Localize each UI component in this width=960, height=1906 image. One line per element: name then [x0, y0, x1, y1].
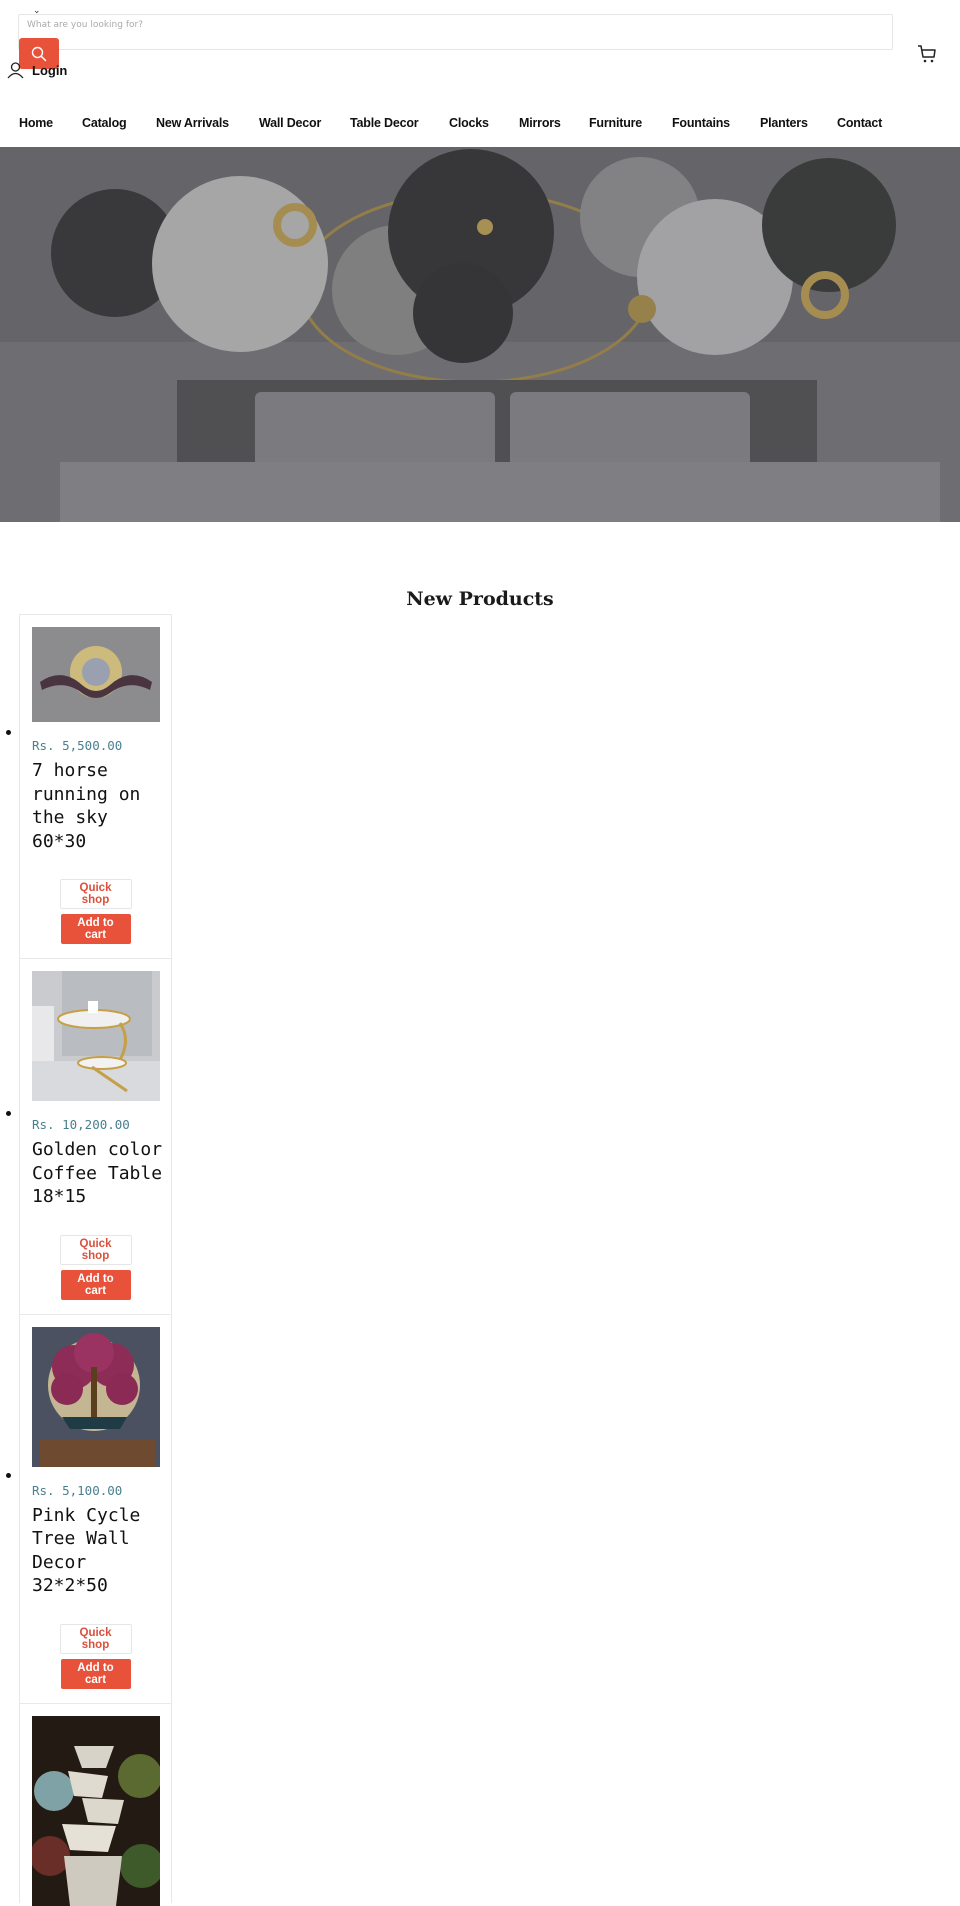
- nav-item-home[interactable]: Home: [19, 116, 53, 130]
- nav-item-catalog[interactable]: Catalog: [82, 116, 127, 130]
- horse-sun-wall-decor-image: [32, 627, 160, 722]
- nav-item-fountains[interactable]: Fountains: [672, 116, 730, 130]
- site-header: ⌄ Login: [0, 0, 960, 110]
- product-card: [19, 1702, 172, 1906]
- search-input[interactable]: [27, 17, 877, 33]
- nav-item-furniture[interactable]: Furniture: [589, 116, 642, 130]
- cart-icon: [918, 45, 936, 63]
- product-image[interactable]: [32, 971, 160, 1101]
- add-to-cart-button[interactable]: Add to cart: [60, 1269, 131, 1300]
- product-name[interactable]: 7 horse running on the sky 60*30: [32, 759, 164, 853]
- nav-item-contact[interactable]: Contact: [837, 116, 882, 130]
- product-card: Rs. 5,500.00 7 horse running on the sky …: [6, 614, 172, 958]
- login-link[interactable]: Login: [7, 62, 67, 79]
- product-image[interactable]: [32, 1326, 160, 1467]
- quick-shop-button[interactable]: Quick shop: [59, 1623, 132, 1654]
- product-image[interactable]: [32, 627, 160, 722]
- login-label: Login: [32, 63, 68, 78]
- nav-item-new-arrivals[interactable]: New Arrivals: [156, 116, 229, 130]
- main-nav: Home Catalog New Arrivals Wall Decor Tab…: [0, 116, 960, 136]
- add-to-cart-button[interactable]: Add to cart: [60, 914, 131, 944]
- search-box: [18, 14, 893, 50]
- hero-image: [0, 147, 960, 522]
- product-card: Rs. 10,200.00 Golden color Coffee Table …: [6, 958, 172, 1314]
- stone-waterfall-fountain-image: [32, 1715, 160, 1906]
- product-price: Rs. 5,100.00: [32, 1482, 123, 1498]
- add-to-cart-button[interactable]: Add to cart: [60, 1658, 131, 1689]
- product-price: Rs. 10,200.00: [32, 1117, 130, 1132]
- list-bullet: [6, 730, 11, 735]
- nav-item-wall-decor[interactable]: Wall Decor: [259, 116, 321, 130]
- quick-shop-button[interactable]: Quick shop: [59, 879, 132, 909]
- product-list: Rs. 5,500.00 7 horse running on the sky …: [6, 614, 172, 1906]
- nav-item-table-decor[interactable]: Table Decor: [350, 116, 419, 130]
- list-bullet: [6, 1111, 11, 1116]
- pink-tree-wall-decor-image: [32, 1326, 160, 1467]
- product-card: Rs. 5,100.00 Pink Cycle Tree Wall Decor …: [6, 1313, 172, 1703]
- product-name[interactable]: Golden color Coffee Table 18*15: [32, 1138, 164, 1209]
- nav-item-clocks[interactable]: Clocks: [449, 116, 489, 130]
- product-name[interactable]: Pink Cycle Tree Wall Decor 32*2*50: [32, 1504, 164, 1598]
- section-title: New Products: [406, 587, 554, 610]
- product-image[interactable]: [32, 1715, 160, 1906]
- search-icon: [31, 46, 47, 61]
- cart-button[interactable]: [917, 45, 937, 68]
- nav-item-planters[interactable]: Planters: [760, 116, 808, 130]
- hero-banner[interactable]: [0, 147, 960, 522]
- quick-shop-button[interactable]: Quick shop: [59, 1234, 132, 1265]
- user-icon: [7, 62, 24, 79]
- nav-item-mirrors[interactable]: Mirrors: [519, 116, 561, 130]
- list-bullet: [6, 1472, 11, 1478]
- golden-coffee-table-image: [32, 971, 160, 1101]
- product-price: Rs. 5,500.00: [32, 738, 123, 753]
